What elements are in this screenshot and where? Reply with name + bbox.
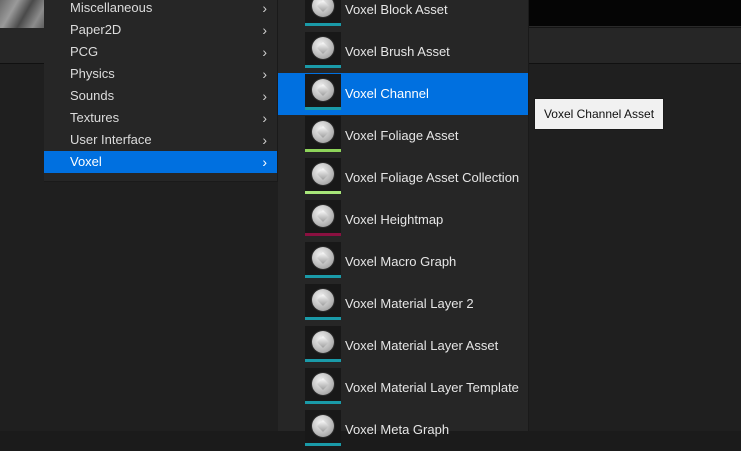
- asset-item-voxel-material-layer-asset[interactable]: Voxel Material Layer Asset: [278, 325, 528, 367]
- asset-type-color-strip: [305, 233, 341, 236]
- voxel-cube-icon: [305, 158, 341, 194]
- category-item-physics[interactable]: Physics ›: [44, 63, 277, 85]
- asset-label: Voxel Foliage Asset Collection: [345, 170, 520, 185]
- asset-label: Voxel Material Layer Template: [345, 380, 519, 395]
- category-item-sounds[interactable]: Sounds ›: [44, 85, 277, 107]
- asset-label: Voxel Material Layer Asset: [345, 338, 499, 353]
- asset-item-voxel-block-asset[interactable]: Voxel Block Asset: [278, 0, 528, 31]
- voxel-cube-icon: [305, 410, 341, 446]
- asset-label: Voxel Macro Graph: [345, 254, 457, 269]
- asset-type-color-strip: [305, 65, 341, 68]
- asset-type-color-strip: [305, 401, 341, 404]
- category-label: Sounds: [70, 88, 115, 103]
- category-label: Miscellaneous: [70, 0, 153, 15]
- voxel-cube-icon: [305, 32, 341, 68]
- voxel-cube-icon: [305, 74, 341, 110]
- voxel-cube-icon: [305, 116, 341, 152]
- asset-item-voxel-material-layer-2[interactable]: Voxel Material Layer 2: [278, 283, 528, 325]
- category-menu: Miscellaneous › Paper2D › PCG › Physics › Sounds…: [44, 0, 278, 182]
- chevron-right-icon: ›: [262, 132, 267, 148]
- tooltip-text: Voxel Channel Asset: [543, 107, 655, 121]
- asset-type-color-strip: [305, 317, 341, 320]
- category-label: Physics: [70, 66, 115, 81]
- category-item-miscellaneous[interactable]: Miscellaneous ›: [44, 0, 277, 19]
- asset-type-color-strip: [305, 359, 341, 362]
- chevron-right-icon: ›: [262, 0, 267, 16]
- chevron-right-icon: ›: [262, 22, 267, 38]
- viewport-thumbnail: [0, 0, 44, 28]
- voxel-cube-icon: [305, 368, 341, 404]
- asset-label: Voxel Channel: [345, 86, 429, 101]
- chevron-right-icon: ›: [262, 154, 267, 170]
- asset-type-color-strip: [305, 191, 341, 194]
- category-item-pcg[interactable]: PCG ›: [44, 41, 277, 63]
- asset-item-voxel-foliage-asset-collection[interactable]: Voxel Foliage Asset Collection: [278, 157, 528, 199]
- asset-item-voxel-channel[interactable]: Voxel Channel: [278, 73, 528, 115]
- category-label: Voxel: [70, 154, 102, 169]
- chevron-right-icon: ›: [262, 44, 267, 60]
- asset-label: Voxel Brush Asset: [345, 44, 450, 59]
- voxel-cube-icon: [305, 200, 341, 236]
- asset-submenu: Voxel Block Asset Voxel Brush Asset Voxel …: [278, 0, 529, 446]
- voxel-cube-icon: [305, 0, 341, 26]
- category-item-textures[interactable]: Textures ›: [44, 107, 277, 129]
- category-item-voxel[interactable]: Voxel ›: [44, 151, 277, 173]
- category-label: Paper2D: [70, 22, 122, 37]
- category-label: User Interface: [70, 132, 152, 147]
- asset-type-color-strip: [305, 443, 341, 446]
- voxel-cube-icon: [305, 326, 341, 362]
- asset-item-voxel-material-layer-template[interactable]: Voxel Material Layer Template: [278, 367, 528, 409]
- asset-label: Voxel Heightmap: [345, 212, 444, 227]
- asset-item-voxel-brush-asset[interactable]: Voxel Brush Asset: [278, 31, 528, 73]
- tooltip: Voxel Channel Asset: [534, 98, 664, 130]
- voxel-cube-icon: [305, 242, 341, 278]
- voxel-cube-icon: [305, 284, 341, 320]
- chevron-right-icon: ›: [262, 110, 267, 126]
- category-label: PCG: [70, 44, 99, 59]
- asset-item-voxel-meta-graph[interactable]: Voxel Meta Graph: [278, 409, 528, 451]
- asset-item-voxel-foliage-asset[interactable]: Voxel Foliage Asset: [278, 115, 528, 157]
- chevron-right-icon: ›: [262, 66, 267, 82]
- category-label: Textures: [70, 110, 120, 125]
- asset-item-voxel-macro-graph[interactable]: Voxel Macro Graph: [278, 241, 528, 283]
- asset-type-color-strip: [305, 275, 341, 278]
- asset-type-color-strip: [305, 149, 341, 152]
- category-item-user-interface[interactable]: User Interface ›: [44, 129, 277, 151]
- asset-item-voxel-heightmap[interactable]: Voxel Heightmap: [278, 199, 528, 241]
- chevron-right-icon: ›: [262, 88, 267, 104]
- asset-label: Voxel Material Layer 2: [345, 296, 474, 311]
- asset-type-color-strip: [305, 107, 341, 110]
- asset-type-color-strip: [305, 23, 341, 26]
- toolbar-strip: [528, 0, 741, 27]
- asset-label: Voxel Block Asset: [345, 2, 448, 17]
- asset-label: Voxel Meta Graph: [345, 422, 450, 437]
- category-item-paper2d[interactable]: Paper2D ›: [44, 19, 277, 41]
- asset-label: Voxel Foliage Asset: [345, 128, 459, 143]
